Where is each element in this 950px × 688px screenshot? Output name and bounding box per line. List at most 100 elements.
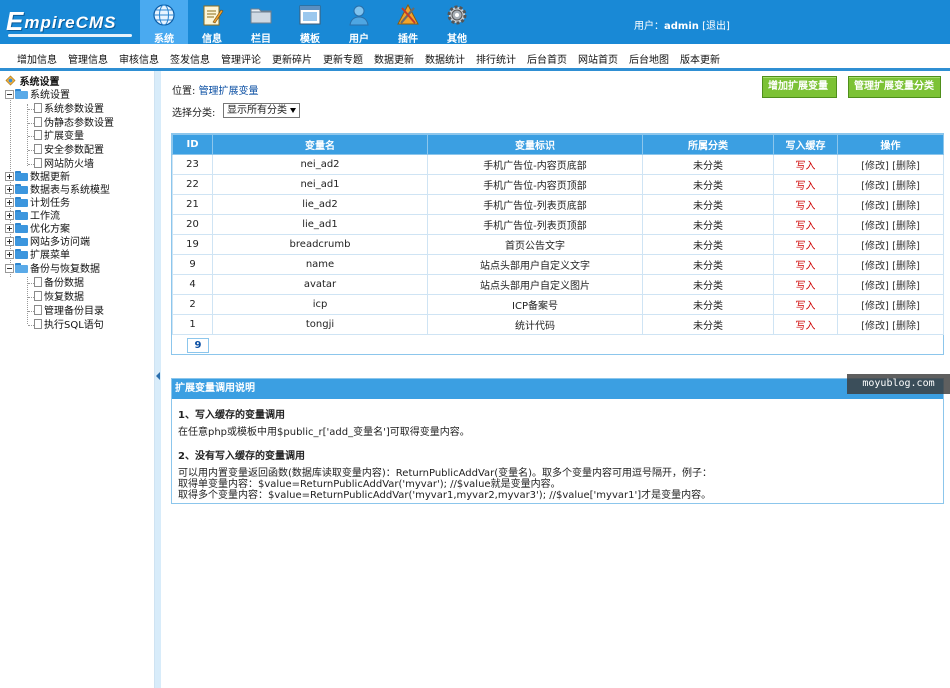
cache-link[interactable]: 写入 (796, 181, 816, 192)
cache-link[interactable]: 写入 (796, 201, 816, 212)
tree-leaf-security[interactable]: 安全参数配置 (34, 144, 104, 157)
submenu-site-home[interactable]: 网站首页 (578, 51, 618, 66)
delete-link[interactable]: [删除] (892, 281, 920, 292)
add-ext-var-button[interactable]: 增加扩展变量 (762, 76, 837, 98)
table-row: 19 breadcrumb 首页公告文字 未分类 写入 [修改] [删除] (172, 234, 944, 255)
category-select[interactable]: 显示所有分类 (223, 103, 300, 118)
submenu-data-stats[interactable]: 数据统计 (425, 51, 465, 66)
submenu-admin-map[interactable]: 后台地图 (629, 51, 669, 66)
delete-link[interactable]: [删除] (892, 201, 920, 212)
nav-tab-system[interactable]: 系统 (140, 0, 188, 45)
edit-link[interactable]: [修改] (861, 321, 889, 332)
tree-node-schedule[interactable]: 计划任务 (5, 197, 70, 210)
expand-icon[interactable] (5, 250, 14, 259)
edit-link[interactable]: [修改] (861, 161, 889, 172)
delete-link[interactable]: [删除] (892, 221, 920, 232)
cell-id: 22 (172, 174, 213, 195)
logout-link[interactable]: [退出] (702, 21, 730, 32)
cell-actions: [修改] [删除] (837, 154, 944, 175)
tree-leaf-pseudo-static[interactable]: 伪静态参数设置 (34, 117, 114, 130)
cell-var-name: name (212, 254, 428, 275)
edit-link[interactable]: [修改] (861, 281, 889, 292)
edit-link[interactable]: [修改] (861, 221, 889, 232)
breadcrumb-link[interactable]: 管理扩展变量 (199, 86, 259, 97)
cache-link[interactable]: 写入 (796, 301, 816, 312)
nav-tab-other[interactable]: 其他 (433, 0, 481, 45)
nav-tab-label: 插件 (398, 34, 418, 45)
cell-id: 21 (172, 194, 213, 215)
cell-var-name: tongji (212, 314, 428, 335)
submenu-manage-info[interactable]: 管理信息 (68, 51, 108, 66)
edit-link[interactable]: [修改] (861, 181, 889, 192)
delete-link[interactable]: [删除] (892, 301, 920, 312)
submenu-data-update[interactable]: 数据更新 (374, 51, 414, 66)
tree-node-optimize[interactable]: 优化方案 (5, 223, 70, 236)
tree-node-backup[interactable]: 备份与恢复数据 (5, 263, 100, 276)
tree-node-workflow[interactable]: 工作流 (5, 210, 60, 223)
nav-tab-info[interactable]: 信息 (188, 0, 236, 45)
delete-link[interactable]: [删除] (892, 181, 920, 192)
tree-leaf-system-params[interactable]: 系统参数设置 (34, 103, 104, 116)
submenu-update-topic[interactable]: 更新专题 (323, 51, 363, 66)
cache-link[interactable]: 写入 (796, 221, 816, 232)
cell-id: 2 (172, 294, 213, 315)
expand-icon[interactable] (5, 185, 14, 194)
expand-icon[interactable] (5, 211, 14, 220)
cache-link[interactable]: 写入 (796, 161, 816, 172)
collapse-left-icon[interactable] (156, 372, 160, 380)
delete-link[interactable]: [删除] (892, 261, 920, 272)
pagination-total[interactable]: 9 (187, 338, 209, 353)
cache-link[interactable]: 写入 (796, 281, 816, 292)
table-row: 22 nei_ad1 手机广告位-内容页顶部 未分类 写入 [修改] [删除] (172, 174, 944, 195)
manage-ext-var-class-button[interactable]: 管理扩展变量分类 (848, 76, 941, 98)
nav-tab-plugin[interactable]: 插件 (384, 0, 432, 45)
nav-tab-template[interactable]: 模板 (286, 0, 334, 45)
tree-leaf-backup-dir[interactable]: 管理备份目录 (34, 305, 104, 318)
sidebar-tree: 系统设置 系统设置 系统参数设置 伪静态参数设置 扩展变量 安全参数配置 网站防… (0, 71, 155, 688)
submenu-update-fragment[interactable]: 更新碎片 (272, 51, 312, 66)
tree-node-multi-access[interactable]: 网站多访问端 (5, 236, 90, 249)
tree-leaf-restore-data[interactable]: 恢复数据 (34, 291, 84, 304)
nav-tab-user[interactable]: 用户 (335, 0, 383, 45)
nav-tab-column[interactable]: 栏目 (237, 0, 285, 45)
tree-node-data-update[interactable]: 数据更新 (5, 171, 70, 184)
edit-link[interactable]: [修改] (861, 201, 889, 212)
submenu-rank-stats[interactable]: 排行统计 (476, 51, 516, 66)
submenu-add-info[interactable]: 增加信息 (17, 51, 57, 66)
cache-link[interactable]: 写入 (796, 321, 816, 332)
submenu-version-update[interactable]: 版本更新 (680, 51, 720, 66)
cache-link[interactable]: 写入 (796, 261, 816, 272)
help-text-1: 在任意php或模板中用$public_r['add_变量名']可取得变量内容。 (178, 427, 470, 438)
tree-leaf-backup-data[interactable]: 备份数据 (34, 277, 84, 290)
submenu-sign-info[interactable]: 签发信息 (170, 51, 210, 66)
edit-link[interactable]: [修改] (861, 301, 889, 312)
tree-leaf-ext-vars[interactable]: 扩展变量 (34, 130, 84, 143)
cell-category: 未分类 (642, 174, 774, 195)
delete-link[interactable]: [删除] (892, 321, 920, 332)
collapse-icon[interactable] (5, 264, 14, 273)
cell-var-tag: 站点头部用户自定义文字 (427, 254, 643, 275)
tree-leaf-firewall[interactable]: 网站防火墙 (34, 158, 94, 171)
expand-icon[interactable] (5, 172, 14, 181)
tree-leaf-exec-sql[interactable]: 执行SQL语句 (34, 319, 104, 332)
expand-icon[interactable] (5, 224, 14, 233)
cell-cache: 写入 (773, 274, 838, 295)
delete-link[interactable]: [删除] (892, 161, 920, 172)
cell-id: 4 (172, 274, 213, 295)
submenu-admin-home[interactable]: 后台首页 (527, 51, 567, 66)
expand-icon[interactable] (5, 198, 14, 207)
delete-link[interactable]: [删除] (892, 241, 920, 252)
edit-link[interactable]: [修改] (861, 261, 889, 272)
edit-link[interactable]: [修改] (861, 241, 889, 252)
expand-icon[interactable] (5, 237, 14, 246)
submenu-audit-info[interactable]: 审核信息 (119, 51, 159, 66)
tree-root-system-settings[interactable]: 系统设置 (5, 75, 59, 88)
cell-var-name: icp (212, 294, 428, 315)
tree-node-ext-menu[interactable]: 扩展菜单 (5, 249, 70, 262)
collapse-icon[interactable] (5, 90, 14, 99)
notepad-icon (203, 5, 224, 26)
submenu-manage-comment[interactable]: 管理评论 (221, 51, 261, 66)
tree-node-data-tables[interactable]: 数据表与系统模型 (5, 184, 110, 197)
cache-link[interactable]: 写入 (796, 241, 816, 252)
tree-node-system-settings[interactable]: 系统设置 (5, 89, 70, 102)
